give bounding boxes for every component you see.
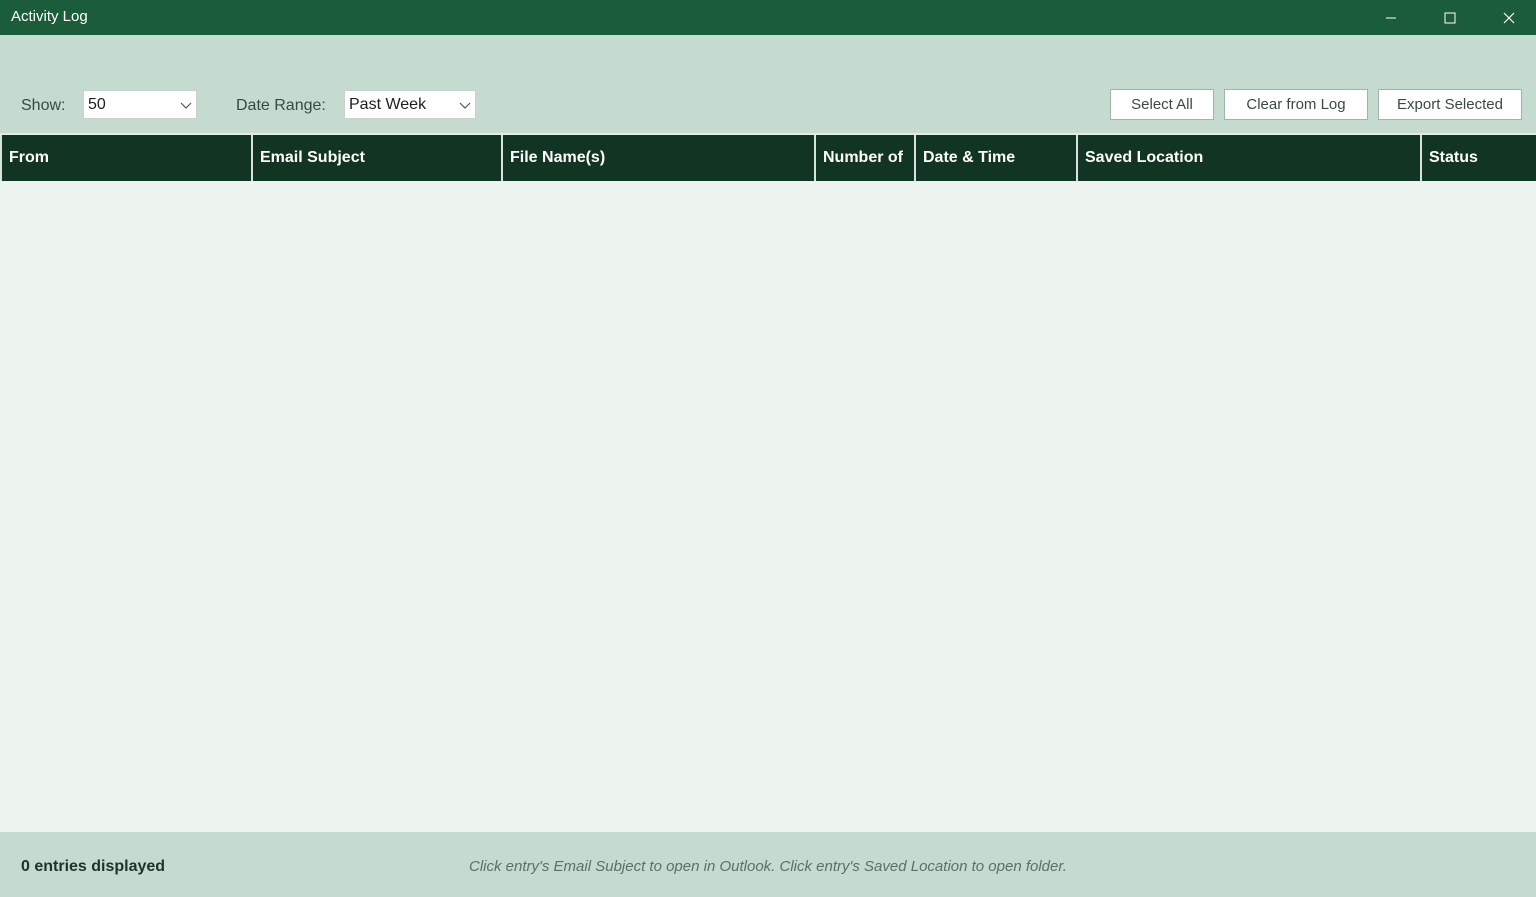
window-title: Activity Log bbox=[11, 8, 88, 25]
chevron-down-icon bbox=[180, 102, 192, 109]
column-header-email-subject[interactable]: Email Subject bbox=[251, 135, 501, 181]
show-count-value: 50 bbox=[88, 95, 106, 113]
usage-hint: Click entry's Email Subject to open in O… bbox=[469, 858, 1067, 875]
toolbar: Show: 50 Date Range: Past Week Select Al… bbox=[0, 35, 1536, 133]
clear-from-log-button[interactable]: Clear from Log bbox=[1224, 89, 1368, 120]
maximize-icon bbox=[1444, 12, 1456, 23]
date-range-select[interactable]: Past Week bbox=[344, 90, 476, 119]
column-header-status[interactable]: Status bbox=[1420, 135, 1536, 181]
table-body[interactable] bbox=[0, 181, 1536, 832]
show-label: Show: bbox=[21, 97, 66, 114]
date-range-value: Past Week bbox=[349, 95, 427, 113]
column-header-saved-location[interactable]: Saved Location bbox=[1076, 135, 1420, 181]
date-range-label: Date Range: bbox=[236, 97, 326, 114]
select-all-button[interactable]: Select All bbox=[1110, 89, 1214, 120]
column-header-from[interactable]: From bbox=[0, 135, 251, 181]
close-button[interactable] bbox=[1480, 0, 1536, 35]
status-bar: 0 entries displayed Click entry's Email … bbox=[0, 832, 1536, 897]
activity-log-window: Activity Log Show: 50 Date Range: Past W… bbox=[0, 0, 1536, 897]
column-header-file-names[interactable]: File Name(s) bbox=[501, 135, 814, 181]
show-count-select[interactable]: 50 bbox=[83, 90, 197, 119]
chevron-down-icon bbox=[459, 102, 471, 109]
close-icon bbox=[1503, 12, 1515, 23]
minimize-icon bbox=[1386, 17, 1396, 18]
column-header-date-time[interactable]: Date & Time bbox=[914, 135, 1076, 181]
title-bar[interactable]: Activity Log bbox=[0, 0, 1536, 35]
column-header-number-of[interactable]: Number of bbox=[814, 135, 914, 181]
maximize-button[interactable] bbox=[1421, 0, 1479, 35]
minimize-button[interactable] bbox=[1362, 0, 1420, 35]
export-selected-button[interactable]: Export Selected bbox=[1378, 89, 1522, 120]
table-header: From Email Subject File Name(s) Number o… bbox=[0, 133, 1536, 181]
